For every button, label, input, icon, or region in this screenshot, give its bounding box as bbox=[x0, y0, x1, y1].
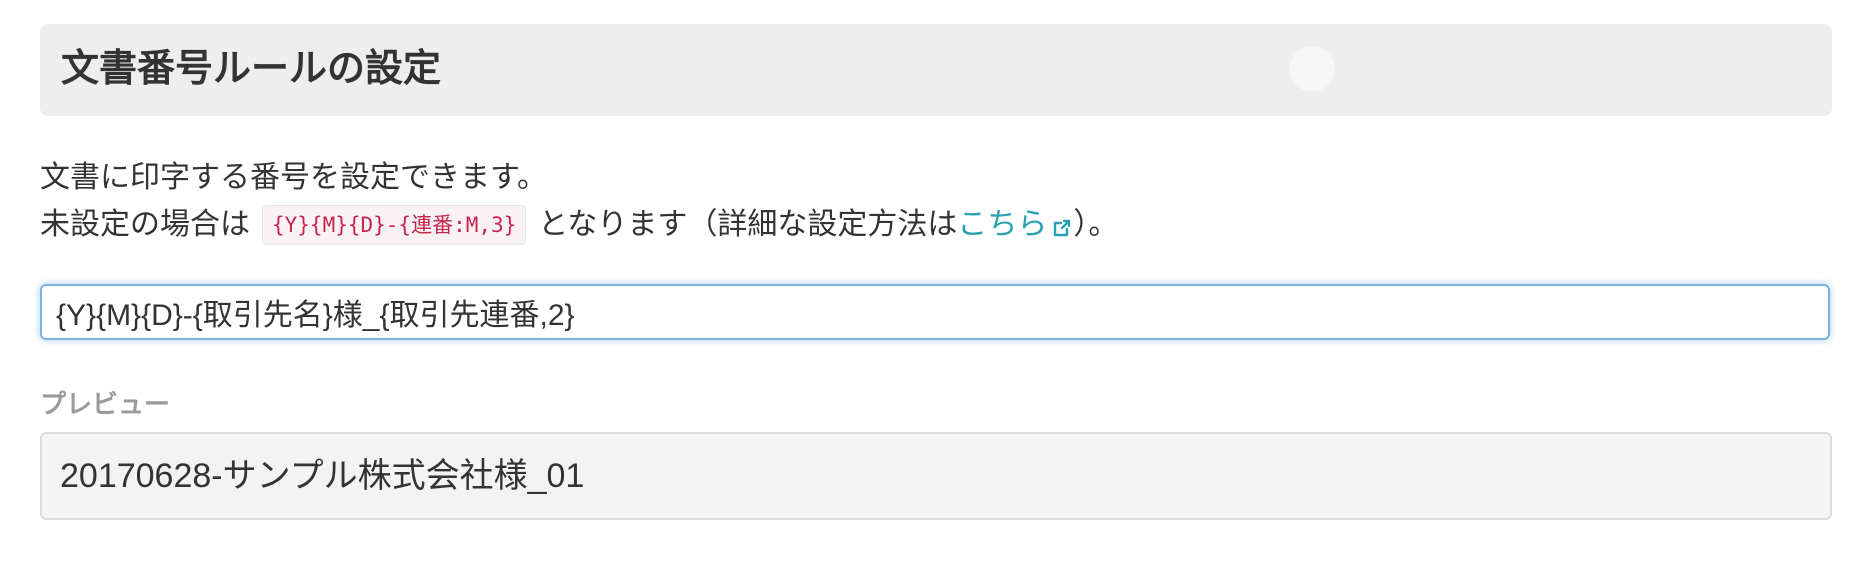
description-prefix: 未設定の場合は bbox=[40, 207, 250, 242]
description-line-2: 未設定の場合は {Y}{M}{D}-{連番:M,3} となります（詳細な設定方法… bbox=[40, 205, 1118, 245]
help-link-label: こちら bbox=[957, 207, 1048, 242]
external-link-icon bbox=[1054, 219, 1071, 237]
description-suffix: ）。 bbox=[1073, 207, 1119, 242]
help-link[interactable]: こちら bbox=[957, 205, 1073, 245]
click-ripple bbox=[1290, 47, 1334, 91]
page-title: 文書番号ルールの設定 bbox=[61, 46, 442, 90]
document-number-rule-input[interactable] bbox=[40, 284, 1830, 340]
document-number-settings-page: 文書番号ルールの設定 文書に印字する番号を設定できます。 未設定の場合は {Y}… bbox=[0, 0, 1862, 580]
description-middle: となります（詳細な設定方法は bbox=[538, 207, 958, 242]
preview-value: 20170628-サンプル株式会社様_01 bbox=[40, 432, 1832, 520]
page-header: 文書番号ルールの設定 bbox=[40, 24, 1832, 116]
default-rule-code: {Y}{M}{D}-{連番:M,3} bbox=[262, 205, 527, 245]
description-line-1: 文書に印字する番号を設定できます。 bbox=[40, 160, 547, 195]
preview-label: プレビュー bbox=[40, 390, 171, 420]
